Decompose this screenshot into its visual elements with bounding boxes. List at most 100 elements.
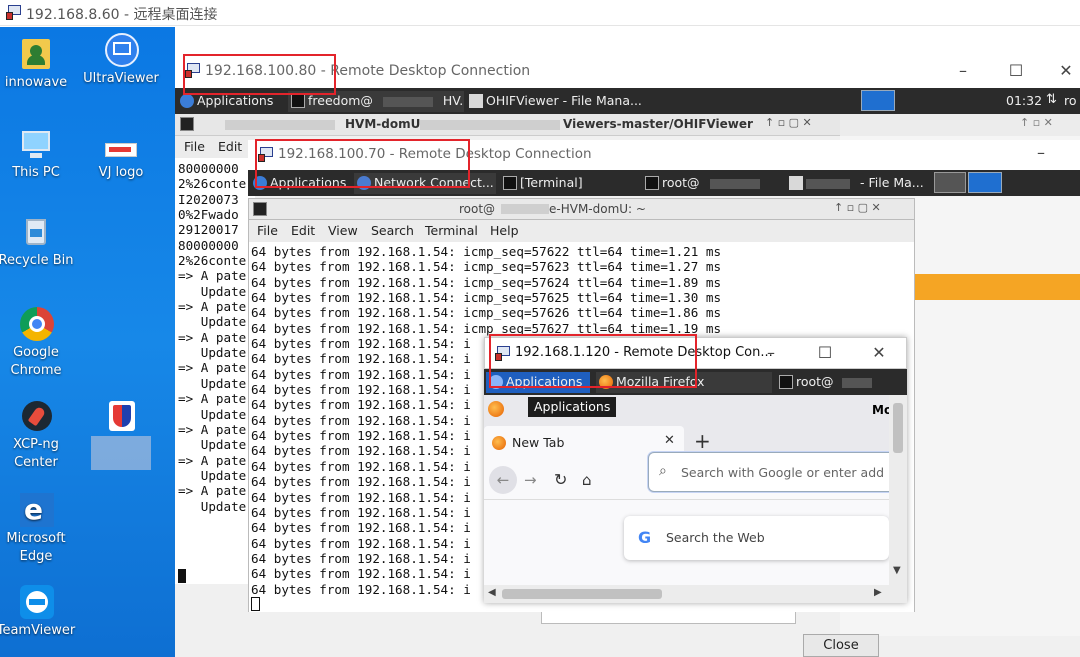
windows-desktop: innowave UltraViewer This PC VJ logo Rec… bbox=[0, 27, 175, 657]
outer-title-bar: 192.168.8.60 - 远程桌面连接 bbox=[0, 0, 1080, 26]
terminal-icon bbox=[180, 117, 194, 131]
firefox-new-tab-page: G Search the Web bbox=[484, 500, 889, 585]
desktop-icon-shield[interactable] bbox=[79, 399, 163, 470]
scroll-left-icon[interactable]: ◀ bbox=[488, 587, 496, 598]
terminal-line: => A pate bbox=[178, 329, 247, 345]
w80-terminal-title-bar[interactable]: HVM-domU: Viewers-master/OHIFViewer ↑ ▫ … bbox=[175, 114, 840, 136]
user-folder-icon bbox=[18, 37, 54, 71]
redacted-text bbox=[225, 120, 335, 130]
w80-terminal-output[interactable]: 80000000 2%26conte I2020073 0%2Fwado 2912001… bbox=[175, 158, 255, 584]
taskbar-root-terminal[interactable]: root@ bbox=[642, 173, 780, 194]
shield-program-icon bbox=[103, 399, 139, 433]
ping-line: 64 bytes from 192.168.1.54: icmp_seq=576… bbox=[251, 274, 722, 290]
google-icon: G bbox=[638, 528, 652, 547]
ping-line: 64 bytes from 192.168.1.54: icmp_seq=576… bbox=[251, 259, 722, 275]
scroll-right-icon[interactable]: ▶ bbox=[874, 587, 882, 598]
terminal-window-controls[interactable]: ↑ ▫ ▢ ✕ bbox=[765, 116, 812, 129]
horizontal-scrollbar[interactable]: ◀ ▶ bbox=[484, 585, 889, 603]
close-button[interactable]: Close bbox=[803, 634, 879, 657]
image-file-icon bbox=[103, 137, 139, 161]
menu-view[interactable]: View bbox=[328, 223, 358, 238]
menu-terminal[interactable]: Terminal bbox=[425, 223, 478, 238]
minimize-icon[interactable]: – bbox=[753, 338, 789, 370]
terminal-line: Update bbox=[178, 314, 247, 330]
desktop-icon-ultraviewer[interactable]: UltraViewer bbox=[79, 33, 163, 88]
url-bar[interactable]: ⌕ Search with Google or enter add bbox=[648, 452, 898, 492]
desktop-icon-teamviewer[interactable]: TeamViewer bbox=[0, 585, 78, 640]
remote-desktop-icon bbox=[6, 5, 22, 21]
minimize-icon[interactable]: – bbox=[1018, 140, 1064, 170]
desktop-icon-vj-logo[interactable]: VJ logo bbox=[79, 137, 163, 182]
workspace-1[interactable] bbox=[934, 172, 966, 193]
terminal-line: => A pate bbox=[178, 421, 247, 437]
terminal-icon bbox=[291, 94, 305, 108]
back-arrow-icon[interactable]: ← bbox=[489, 466, 517, 494]
menu-file[interactable]: File bbox=[257, 223, 278, 238]
folder-icon bbox=[469, 94, 483, 108]
taskbar-terminal[interactable]: [Terminal] bbox=[500, 173, 638, 194]
terminal-line: => A pate bbox=[178, 268, 247, 284]
w70-terminal-title-bar[interactable]: root@ e-HVM-domU: ~ ↑ ▫ ▢ ✕ bbox=[248, 198, 915, 220]
terminal-line: => A pate bbox=[178, 299, 247, 315]
tab-close-icon[interactable]: ✕ bbox=[664, 433, 675, 448]
workspace-switcher[interactable] bbox=[861, 90, 895, 111]
right-window-controls[interactable]: ↑ ▫ ✕ bbox=[1020, 116, 1053, 129]
terminal-icon bbox=[645, 176, 659, 190]
desktop-icon-xcp-ng[interactable]: XCP-ng Center bbox=[0, 399, 78, 472]
ultraviewer-icon bbox=[103, 33, 139, 67]
home-icon[interactable]: ⌂ bbox=[582, 466, 592, 494]
w80-right-window-title[interactable]: ↑ ▫ ✕ bbox=[840, 114, 1080, 136]
ping-line: 64 bytes from 192.168.1.54: icmp_seq=576… bbox=[251, 305, 722, 321]
terminal-line: Update bbox=[178, 345, 247, 361]
folder-icon bbox=[789, 176, 803, 190]
search-the-web-box[interactable]: G Search the Web bbox=[624, 516, 889, 560]
maximize-icon[interactable]: ☐ bbox=[993, 54, 1039, 88]
taskbar-file-manager[interactable]: - File Ma... bbox=[786, 173, 924, 194]
applications-tooltip: Applications bbox=[528, 397, 617, 417]
desktop-icon-this-pc[interactable]: This PC bbox=[0, 127, 78, 182]
menu-search[interactable]: Search bbox=[371, 223, 414, 238]
minimize-icon[interactable]: – bbox=[940, 54, 986, 88]
desktop-icon-microsoft-edge[interactable]: e Microsoft Edge bbox=[0, 493, 78, 566]
terminal-line: Update bbox=[178, 375, 247, 391]
reload-icon[interactable]: ↻ bbox=[554, 466, 567, 494]
forward-arrow-icon[interactable]: → bbox=[524, 466, 537, 494]
firefox-icon bbox=[492, 436, 506, 450]
menu-edit[interactable]: Edit bbox=[218, 139, 242, 154]
menu-file[interactable]: File bbox=[184, 139, 205, 154]
scrollbar-thumb[interactable] bbox=[502, 589, 662, 599]
terminal-cursor bbox=[178, 569, 186, 583]
terminal-icon bbox=[253, 202, 267, 216]
firefox-navigation-bar: ← → ↻ ⌂ ⌕ Search with Google or enter ad… bbox=[484, 452, 898, 500]
terminal-line: 2%26conte bbox=[178, 176, 247, 192]
terminal-line: => A pate bbox=[178, 360, 247, 376]
terminal-icon bbox=[503, 176, 517, 190]
terminal-window-controls[interactable]: ↑ ▫ ▢ ✕ bbox=[834, 201, 881, 214]
vertical-scrollbar[interactable]: ▼ bbox=[889, 395, 907, 603]
close-icon[interactable]: ✕ bbox=[1043, 54, 1080, 88]
teamviewer-icon bbox=[18, 585, 54, 619]
terminal-line: 80000000 bbox=[178, 237, 239, 253]
close-icon[interactable]: ✕ bbox=[861, 338, 897, 370]
scroll-down-icon[interactable]: ▼ bbox=[893, 565, 901, 576]
desktop-icon-recycle-bin[interactable]: Recycle Bin bbox=[0, 215, 78, 270]
search-icon: ⌕ bbox=[659, 463, 667, 479]
taskbar-ohifviewer-file-manager[interactable]: OHIFViewer - File Mana... bbox=[466, 91, 641, 112]
terminal-line: => A pate bbox=[178, 452, 247, 468]
terminal-line: => A pate bbox=[178, 483, 247, 499]
terminal-cursor bbox=[251, 597, 260, 611]
desktop-icon-google-chrome[interactable]: Google Chrome bbox=[0, 307, 78, 380]
highlight-box-100-80 bbox=[183, 54, 336, 95]
desktop-icon-innowave[interactable]: innowave bbox=[0, 37, 78, 92]
menu-help[interactable]: Help bbox=[490, 223, 519, 238]
workspace-2[interactable] bbox=[968, 172, 1002, 193]
network-arrows-icon: ⇅ bbox=[1046, 92, 1057, 107]
maximize-icon[interactable]: ☐ bbox=[807, 338, 843, 370]
terminal-line: 80000000 bbox=[178, 161, 239, 176]
scrollbar-thumb[interactable] bbox=[893, 403, 903, 453]
terminal-line: Update bbox=[178, 467, 247, 483]
taskbar-root-terminal[interactable]: root@ bbox=[776, 372, 886, 393]
new-tab-plus-icon[interactable]: + bbox=[694, 430, 711, 452]
menu-edit[interactable]: Edit bbox=[291, 223, 315, 238]
chrome-icon bbox=[18, 307, 54, 341]
